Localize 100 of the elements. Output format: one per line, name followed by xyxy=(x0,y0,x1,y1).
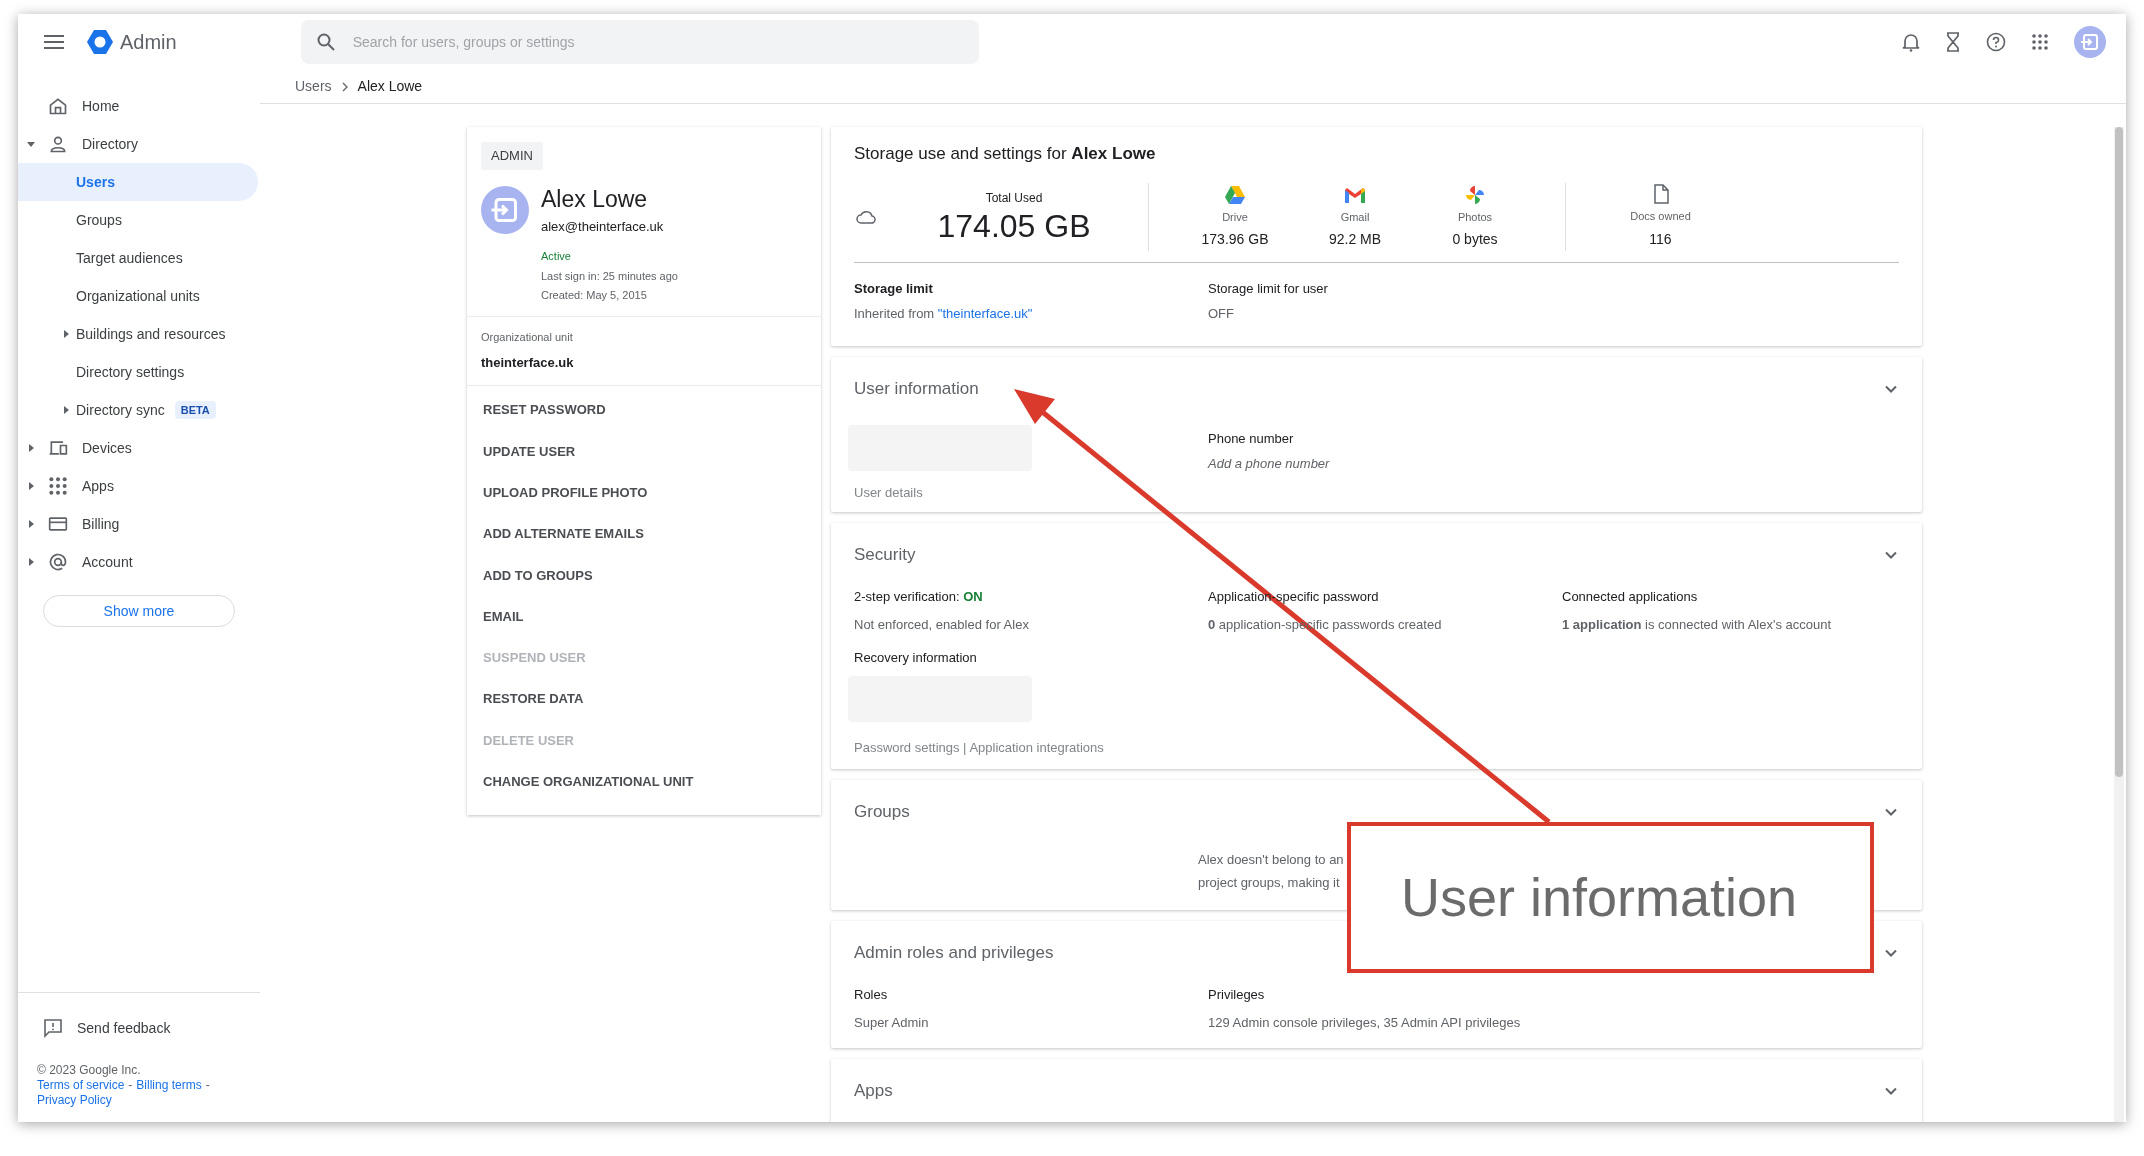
total-used-label: Total Used xyxy=(985,190,1043,207)
menu-icon[interactable] xyxy=(44,35,64,49)
apps-grid-icon[interactable] xyxy=(2031,33,2049,51)
storage-title: Storage use and settings for Alex Lowe xyxy=(854,143,1157,165)
nav-item[interactable]: Users xyxy=(18,163,258,201)
section-title: Groups xyxy=(854,801,910,824)
role-badge: ADMIN xyxy=(481,142,543,170)
feedback-icon[interactable] xyxy=(43,1018,63,1038)
beta-badge: BETA xyxy=(174,400,216,420)
action-link[interactable]: EMAIL xyxy=(467,596,821,638)
service-usage: 0 bytes xyxy=(1452,229,1498,249)
devices-icon xyxy=(48,438,68,458)
nav-item[interactable]: Billing xyxy=(40,505,258,543)
pinwheel-icon xyxy=(1464,184,1486,207)
field-label: Storage limit xyxy=(854,279,934,298)
nav-item[interactable]: Devices xyxy=(40,429,258,467)
field-label: 2-step verification: ON xyxy=(854,588,983,606)
hourglass-icon[interactable] xyxy=(1945,32,1961,52)
field-label: Connected applications xyxy=(1562,588,1698,606)
action-link[interactable]: UPLOAD PROFILE PHOTO xyxy=(467,472,821,514)
user-name: Alex Lowe xyxy=(541,184,649,214)
caret-icon[interactable] xyxy=(62,330,70,338)
caret-icon[interactable] xyxy=(27,444,35,452)
field-value: Inherited from "theinterface.uk" xyxy=(854,305,1034,323)
action-link[interactable]: RESET PASSWORD xyxy=(467,389,821,431)
help-icon[interactable] xyxy=(1986,32,2006,52)
link-separator: - xyxy=(128,1078,133,1093)
created-date: Created: May 5, 2015 xyxy=(541,288,648,303)
footer-link[interactable]: Billing terms xyxy=(136,1078,202,1093)
field-value: OFF xyxy=(1208,305,1235,323)
field-label: Storage limit for user xyxy=(1208,279,1328,298)
caret-icon[interactable] xyxy=(27,558,35,566)
footer-link[interactable]: Terms of service xyxy=(37,1078,125,1093)
footer-link[interactable]: Privacy Policy xyxy=(37,1093,112,1108)
cloud-icon xyxy=(856,210,876,224)
bell-icon[interactable] xyxy=(1902,32,1920,52)
document-icon xyxy=(1652,184,1669,205)
field-value: 129 Admin console privileges, 35 Admin API privileges xyxy=(1208,1013,1522,1032)
docs-owned-count: 116 xyxy=(1649,229,1672,249)
nav-item[interactable]: Directory sync BETA xyxy=(18,391,258,429)
breadcrumb-item[interactable]: Users xyxy=(295,76,332,97)
section-title: User information xyxy=(854,377,979,400)
link-separator: - xyxy=(205,1078,210,1093)
org-unit-label: Organizational unit xyxy=(481,329,574,345)
nav-item[interactable]: Directory xyxy=(40,125,258,163)
nav-item[interactable]: Buildings and resources xyxy=(18,315,258,353)
action-link[interactable]: ADD ALTERNATE EMAILS xyxy=(467,513,821,555)
add-phone-link[interactable]: Add a phone number xyxy=(1208,454,1330,474)
scrollbar-thumb[interactable] xyxy=(2115,127,2123,777)
at-sign-icon xyxy=(48,552,68,572)
field-label: Privileges xyxy=(1208,986,1266,1004)
action-link[interactable]: ADD TO GROUPS xyxy=(467,554,821,596)
caret-icon[interactable] xyxy=(62,406,70,414)
callout-text: User information xyxy=(1401,866,1798,929)
settings-links[interactable]: Password settings | Application integrations xyxy=(854,737,1922,757)
show-more-button[interactable]: Show more xyxy=(43,595,235,627)
last-sign-in: Last sign in: 25 minutes ago xyxy=(541,268,678,284)
groups-message: Alex doesn't belong to an xyxy=(1198,851,1345,869)
section-title: Apps xyxy=(854,1080,893,1103)
caret-icon[interactable] xyxy=(27,520,35,528)
section-title: Admin roles and privileges xyxy=(854,942,1054,965)
avatar-icon xyxy=(481,185,529,234)
field-label: Recovery information xyxy=(854,649,978,667)
service-name: Drive xyxy=(1222,210,1248,226)
credit-card-icon xyxy=(48,514,68,534)
groups-message: project groups, making it xyxy=(1198,873,1341,892)
nav-item[interactable]: Organizational units xyxy=(18,277,258,315)
send-feedback-link[interactable]: Send feedback xyxy=(77,1017,171,1039)
search-field[interactable]: Search for users, groups or settings xyxy=(300,20,979,64)
search-icon xyxy=(316,33,335,51)
nav-item[interactable]: Directory settings xyxy=(18,353,258,391)
breadcrumb-item: Alex Lowe xyxy=(357,77,423,96)
nav-item[interactable]: Groups xyxy=(18,201,258,239)
total-used-value: 174.05 GB xyxy=(937,207,1091,245)
nav-item[interactable]: Home xyxy=(40,87,258,125)
field-value: Super Admin xyxy=(854,1013,930,1032)
caret-icon[interactable] xyxy=(27,140,35,148)
nav-item[interactable]: Target audiences xyxy=(18,239,258,277)
chevron-right-icon xyxy=(341,81,348,92)
drive-icon xyxy=(1224,185,1246,206)
section-title: Security xyxy=(854,544,916,567)
action-link[interactable]: UPDATE USER xyxy=(467,430,821,473)
service-usage: 92.2 MB xyxy=(1328,229,1382,249)
user-email: alex@theinterface.uk xyxy=(541,217,665,236)
grid-icon xyxy=(48,476,68,496)
service-usage: 173.96 GB xyxy=(1201,229,1269,249)
field-label: Phone number xyxy=(1208,429,1295,448)
user-status: Active xyxy=(541,249,572,264)
field-value: Not enforced, enabled for Alex xyxy=(854,615,1029,634)
action-link[interactable]: CHANGE ORGANIZATIONAL UNIT xyxy=(467,761,821,803)
action-link[interactable]: RESTORE DATA xyxy=(467,678,821,720)
domain-link[interactable]: "theinterface.uk" xyxy=(937,306,1033,321)
home-icon xyxy=(48,96,68,116)
docs-owned-label: Docs owned xyxy=(1630,209,1691,225)
hexagon-logo-icon xyxy=(86,28,114,56)
person-icon xyxy=(48,134,68,154)
caret-icon[interactable] xyxy=(27,482,35,490)
nav-item[interactable]: Account xyxy=(40,543,258,581)
nav-item[interactable]: Apps xyxy=(40,467,258,505)
user-details-link[interactable]: User details xyxy=(854,482,1208,502)
